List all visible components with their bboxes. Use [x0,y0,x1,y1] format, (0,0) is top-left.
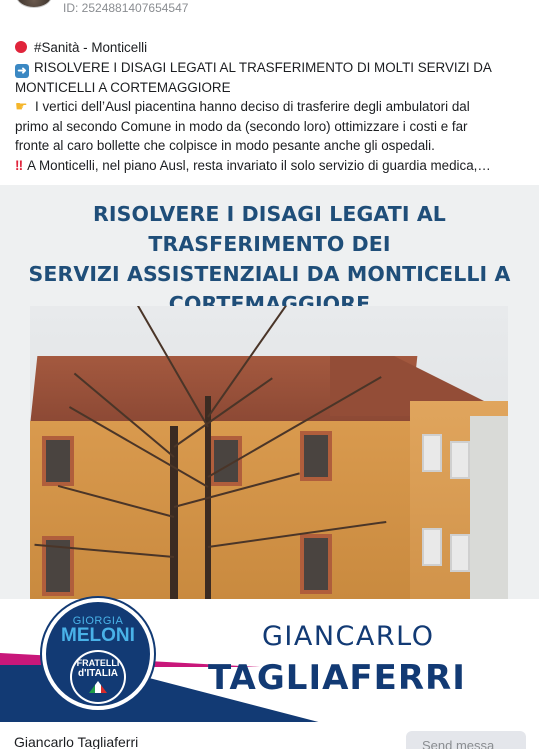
body-text-1: I vertici dell’Ausl piacentina hanno dec… [35,99,470,115]
red-circle-icon [15,41,27,53]
headline-text-2: MONTICELLI A CORTEMAGGIORE [15,79,231,95]
building-photo [30,306,508,599]
right-arrow-icon: ➜ [15,63,29,78]
hashtag-text[interactable]: #Sanità - Monticelli [34,40,147,55]
post-id: ID: 2524881407654547 [63,1,189,15]
window-shape [300,534,332,594]
double-exclamation-icon: ‼ [15,157,24,173]
post-line-body-3: fronte al caro bollette che colpisce in … [15,136,525,156]
banner-title-line: RISOLVERE I DISAGI LEGATI AL TRASFERIMEN… [93,202,446,256]
body-text-4: A Monticelli, nel piano Ausl, resta inva… [27,157,491,173]
flame-icon [89,681,107,693]
party-logo: GIORGIA MELONI FRATELLI d'ITALIA [42,598,154,710]
side-building [470,416,508,599]
window-shape [422,528,442,566]
window-shape [42,436,74,486]
page-name[interactable]: Giancarlo Tagliaferri [14,734,138,749]
body-text-2: primo al secondo Comune in modo da (seco… [15,118,468,134]
window-shape [300,431,332,481]
logo-text-italia: d'ITALIA [78,668,118,679]
post-line-headline: ➜ RISOLVERE I DISAGI LEGATI AL TRASFERIME… [15,58,525,78]
headline-text-1: RISOLVERE I DISAGI LEGATI AL TRASFERIMEN… [34,59,492,75]
post-line-body-2: primo al secondo Comune in modo da (seco… [15,117,525,137]
post-image[interactable]: RISOLVERE I DISAGI LEGATI AL TRASFERIMEN… [0,185,539,722]
send-message-button[interactable]: Send messa [406,731,526,749]
post-header: ID: 2524881407654547 [0,0,539,22]
post-line-body-4[interactable]: ‼ A Monticelli, nel piano Ausl, resta inv… [15,156,525,176]
window-shape [422,434,442,472]
body-text-3: fronte al caro bollette che colpisce in … [15,138,435,154]
window-shape [450,441,470,479]
pointing-hand-icon: ☛ [15,98,28,115]
tree-trunk [170,426,178,599]
logo-emblem: FRATELLI d'ITALIA [70,650,126,704]
logo-text-meloni: MELONI [61,625,135,646]
post-text: #Sanità - Monticelli ➜ RISOLVERE I DISAGI… [15,38,525,176]
candidate-last-name: TAGLIAFERRI [208,658,466,698]
post-line-headline-cont: MONTICELLI A CORTEMAGGIORE [15,78,525,98]
banner-title: RISOLVERE I DISAGI LEGATI AL TRASFERIMEN… [0,199,539,319]
candidate-first-name: GIANCARLO [262,621,435,652]
post-line-body-1: ☛ I vertici dell’Ausl piacentina hanno de… [15,97,525,117]
banner-title-line: SERVIZI ASSISTENZIALI DA MONTICELLI A [28,262,511,286]
window-shape [450,534,470,572]
logo-text-fratelli: FRATELLI [76,658,120,668]
avatar[interactable] [16,0,52,8]
post-line-hashtag: #Sanità - Monticelli [15,38,525,58]
